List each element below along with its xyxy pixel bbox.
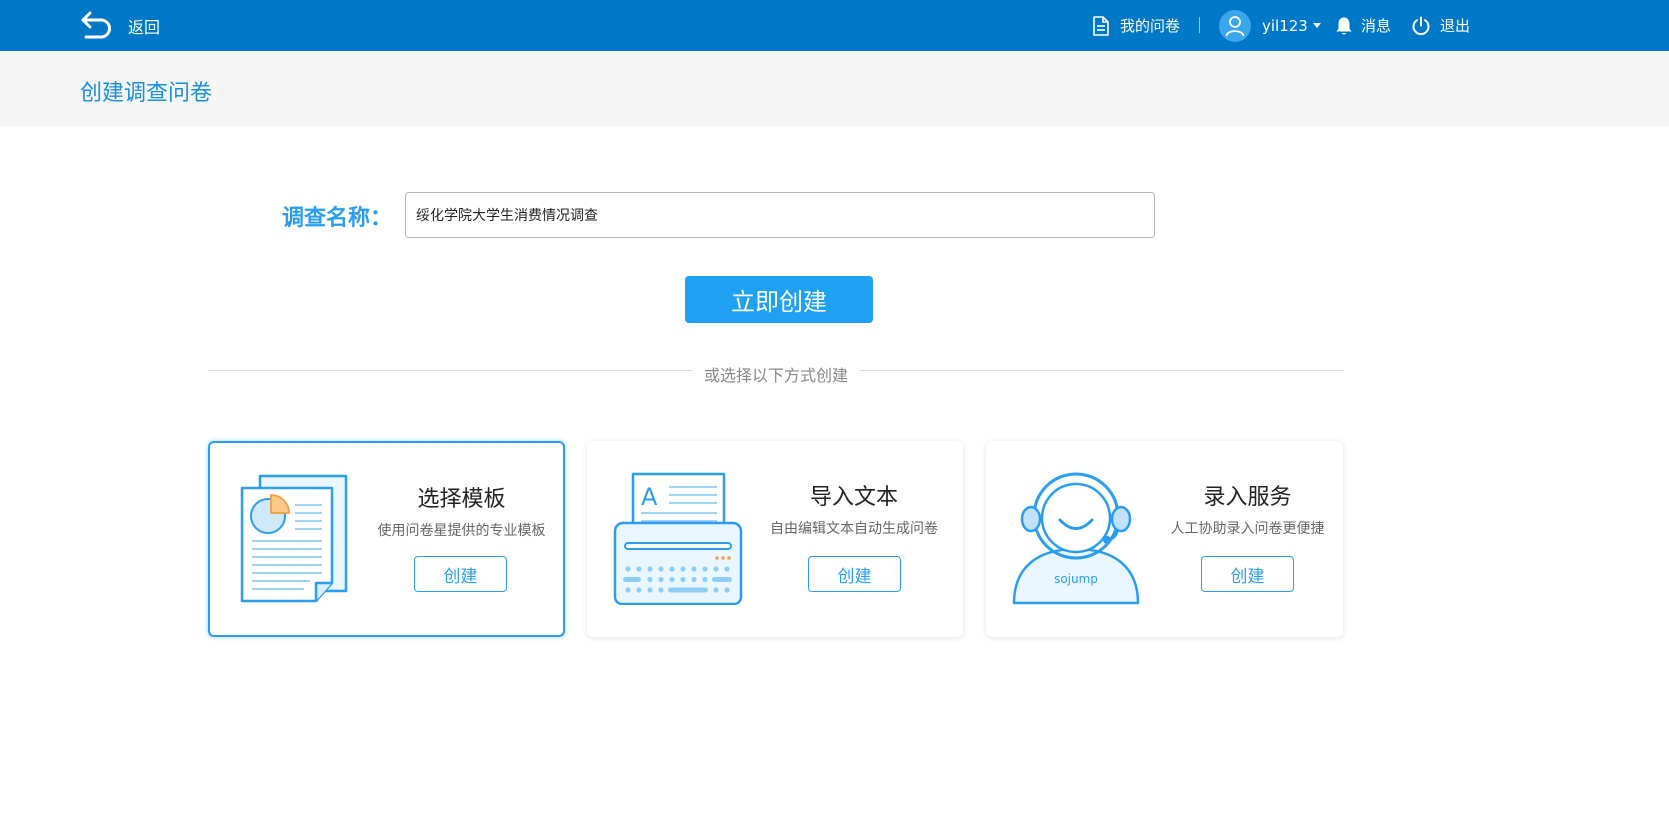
my-surveys-label: 我的问卷	[1120, 17, 1181, 35]
brand-mark-text: sojump	[1054, 572, 1098, 586]
card-title: 导入文本	[809, 485, 898, 510]
bell-icon	[1336, 17, 1352, 34]
survey-name-label: 调查名称：	[282, 206, 393, 231]
paper-letter: A	[641, 483, 658, 511]
create-now-button[interactable]: 立即创建	[685, 276, 873, 323]
alternative-methods-label: 或选择以下方式创建	[703, 366, 848, 385]
typewriter-icon: A	[613, 472, 743, 605]
card-title: 选择模板	[417, 487, 506, 512]
create-via-service-button[interactable]: 创建	[1201, 556, 1294, 592]
customer-service-agent-icon: sojump	[1012, 472, 1140, 605]
logout-link[interactable]: 退出	[1411, 0, 1470, 51]
chevron-down-icon	[1312, 23, 1321, 28]
back-arrow-icon	[81, 11, 111, 39]
card-description: 使用问卷星提供的专业模板	[377, 523, 546, 539]
back-label: 返回	[128, 18, 161, 37]
card-description: 人工协助录入问卷更便捷	[1170, 521, 1325, 537]
create-from-text-button[interactable]: 创建	[808, 556, 901, 592]
user-icon	[1225, 15, 1245, 36]
survey-name-input[interactable]	[405, 192, 1155, 238]
import-text-option-card[interactable]: A 导入文本 自由编辑文本自动生成问卷 创建	[587, 441, 963, 637]
back-link[interactable]: 返回	[80, 11, 160, 41]
user-menu[interactable]: yil123	[1219, 0, 1321, 51]
page-header: 创建调查问卷	[0, 51, 1669, 126]
power-icon	[1412, 16, 1430, 35]
divider-line-right	[860, 370, 1344, 371]
messages-label: 消息	[1361, 17, 1392, 35]
nav-separator	[1199, 17, 1200, 33]
my-surveys-link[interactable]: 我的问卷	[1092, 0, 1180, 51]
entry-service-option-card[interactable]: sojump 录入服务 人工协助录入问卷更便捷 创建	[986, 441, 1343, 637]
avatar	[1219, 9, 1251, 42]
messages-link[interactable]: 消息	[1335, 0, 1391, 51]
logout-label: 退出	[1440, 17, 1471, 35]
template-option-card[interactable]: 选择模板 使用问卷星提供的专业模板 创建	[208, 441, 565, 637]
divider-line-left	[208, 370, 692, 371]
document-icon	[1093, 15, 1109, 36]
card-description: 自由编辑文本自动生成问卷	[770, 521, 938, 537]
top-navigation-bar: 返回 我的问卷 yil123 消息 退出	[0, 0, 1669, 51]
card-title: 录入服务	[1203, 485, 1292, 510]
create-from-template-button[interactable]: 创建	[414, 556, 507, 592]
template-document-icon	[240, 474, 348, 603]
page-title: 创建调查问卷	[80, 81, 213, 106]
username: yil123	[1262, 16, 1308, 35]
